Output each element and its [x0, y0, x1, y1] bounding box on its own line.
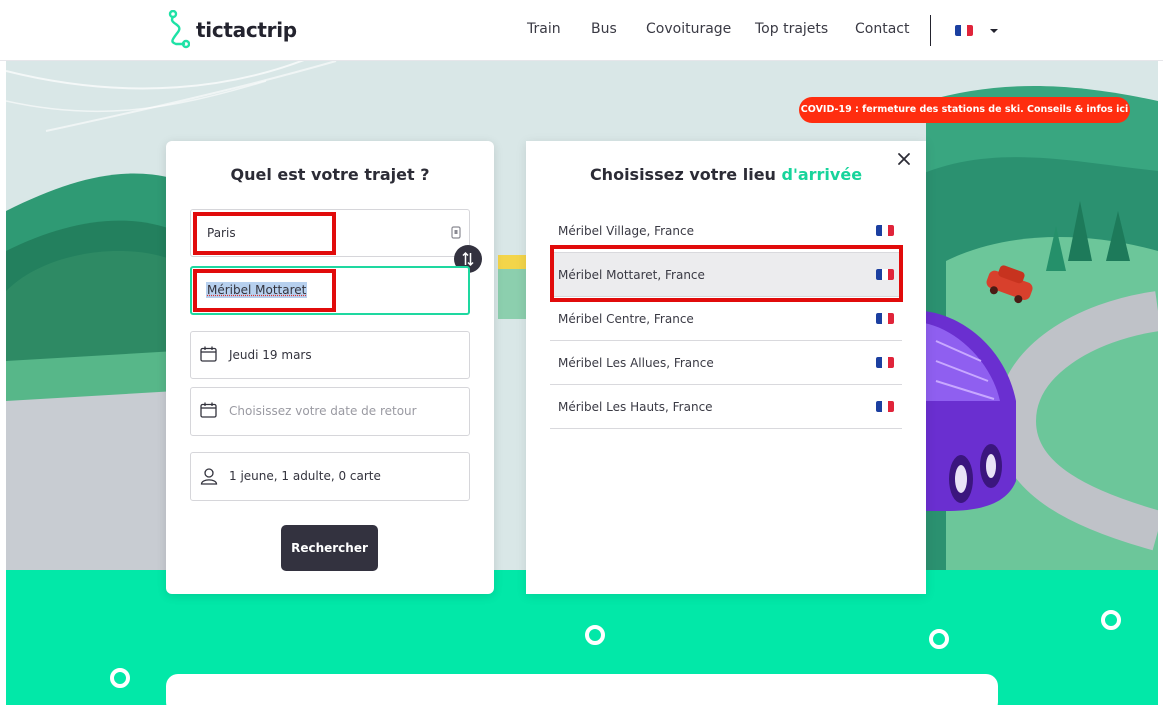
- route-logo-icon: [166, 10, 190, 50]
- fr-flag-icon: [876, 313, 894, 324]
- fr-flag-icon: [876, 401, 894, 412]
- return-date-input[interactable]: Choisissez votre date de retour: [190, 387, 470, 436]
- nav-divider: [930, 15, 931, 46]
- person-icon: [200, 468, 218, 485]
- nav-train[interactable]: Train: [527, 21, 561, 37]
- page-edge: [0, 61, 6, 705]
- decor-ring: [585, 625, 605, 645]
- arrival-list: Méribel Village, France Méribel Mottaret…: [550, 209, 902, 429]
- decor-ring: [929, 629, 949, 649]
- arrival-option[interactable]: Méribel Les Hauts, France: [550, 385, 902, 429]
- outbound-date-value: Jeudi 19 mars: [229, 332, 312, 378]
- passengers-input[interactable]: 1 jeune, 1 adulte, 0 carte: [190, 452, 470, 501]
- fr-flag-icon: [876, 269, 894, 280]
- brand-name: tictactrip: [196, 18, 297, 42]
- nav-covoiturage[interactable]: Covoiturage: [646, 21, 731, 37]
- calendar-icon: [200, 402, 217, 418]
- nav-bus[interactable]: Bus: [591, 21, 617, 37]
- passengers-value: 1 jeune, 1 adulte, 0 carte: [229, 453, 381, 499]
- arrival-option-label: Méribel Centre, France: [558, 297, 694, 341]
- arrival-title-accent: d'arrivée: [782, 165, 863, 184]
- brand-logo[interactable]: tictactrip: [166, 10, 297, 50]
- origin-input[interactable]: Paris: [190, 209, 470, 257]
- arrival-option-label: Méribel Les Hauts, France: [558, 385, 713, 429]
- arrival-option[interactable]: Méribel Centre, France: [550, 297, 902, 341]
- arrival-option-selected[interactable]: Méribel Mottaret, France: [550, 253, 902, 297]
- arrival-option-label: Méribel Village, France: [558, 209, 694, 253]
- destination-value-wrap: Méribel Mottaret: [206, 268, 307, 313]
- outbound-date-input[interactable]: Jeudi 19 mars: [190, 331, 470, 379]
- search-card: Quel est votre trajet ? Paris Méribel Mo…: [166, 141, 494, 594]
- search-button[interactable]: Rechercher: [281, 525, 378, 571]
- arrival-option[interactable]: Méribel Les Allues, France: [550, 341, 902, 385]
- arrival-option-label: Méribel Les Allues, France: [558, 341, 714, 385]
- fr-flag-icon[interactable]: [955, 25, 973, 36]
- top-header: tictactrip Train Bus Covoiturage Top tra…: [0, 0, 1163, 61]
- page-edge: [1158, 61, 1163, 705]
- content-card: [166, 674, 998, 714]
- destination-input[interactable]: Méribel Mottaret: [190, 266, 470, 315]
- origin-value: Paris: [207, 210, 236, 256]
- search-title: Quel est votre trajet ?: [166, 165, 494, 184]
- return-date-placeholder: Choisissez votre date de retour: [229, 388, 417, 434]
- arrival-title-prefix: Choisissez votre lieu: [590, 165, 782, 184]
- calendar-icon: [200, 346, 217, 362]
- decor-ring: [110, 668, 130, 688]
- decor-ring: [1101, 610, 1121, 630]
- arrival-panel: Choisissez votre lieu d'arrivée Méribel …: [526, 141, 926, 594]
- caret-down-icon[interactable]: [990, 29, 998, 33]
- nav-top-trajets[interactable]: Top trajets: [755, 21, 828, 37]
- arrival-title: Choisissez votre lieu d'arrivée: [526, 165, 926, 184]
- arrival-option-label: Méribel Mottaret, France: [558, 253, 705, 297]
- arrival-option[interactable]: Méribel Village, France: [550, 209, 902, 253]
- fr-flag-icon: [876, 357, 894, 368]
- destination-value: Méribel Mottaret: [206, 282, 307, 298]
- nav-contact[interactable]: Contact: [855, 21, 909, 37]
- fr-flag-icon: [876, 225, 894, 236]
- locate-icon[interactable]: [451, 226, 461, 239]
- covid-banner[interactable]: COVID-19 : fermeture des stations de ski…: [799, 97, 1130, 123]
- swap-arrows-icon: [462, 251, 474, 267]
- close-icon[interactable]: [896, 151, 912, 167]
